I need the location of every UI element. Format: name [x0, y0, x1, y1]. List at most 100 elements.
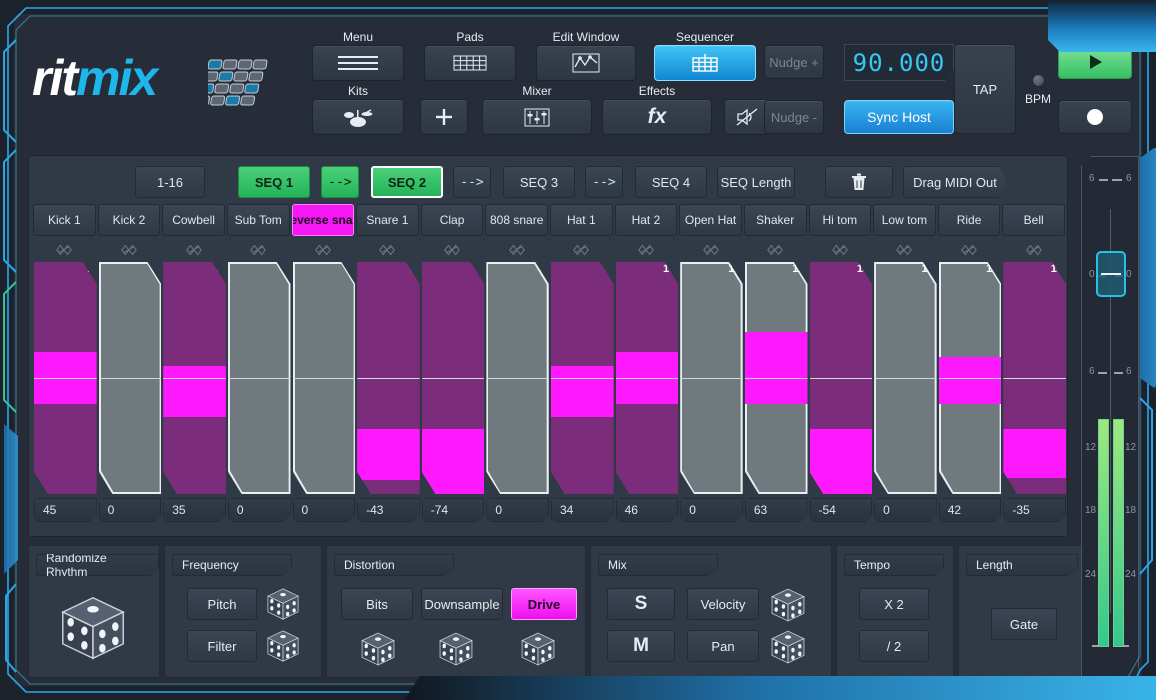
step-value-6[interactable]: -43: [357, 498, 420, 522]
link-chain-icon-6[interactable]: [443, 242, 461, 258]
step-value-14[interactable]: 0: [874, 498, 937, 522]
step-velocity-band[interactable]: [357, 429, 420, 480]
track-button-12[interactable]: Hi tom: [809, 204, 872, 236]
link-chain-icon-13[interactable]: [895, 242, 913, 258]
step-cell-14[interactable]: 14: [874, 262, 937, 494]
step-cell-3[interactable]: 3: [163, 262, 226, 494]
randomize-rhythm-dice-button[interactable]: [57, 592, 129, 669]
button-pitch[interactable]: Pitch: [187, 588, 257, 620]
kits-button[interactable]: [312, 99, 404, 135]
track-button-6[interactable]: Clap: [421, 204, 484, 236]
track-button-14[interactable]: Ride: [938, 204, 1001, 236]
seq-2-button[interactable]: SEQ 2: [371, 166, 443, 198]
button-div-2[interactable]: / 2: [859, 630, 929, 662]
track-button-13[interactable]: Low tom: [873, 204, 936, 236]
step-cell-1[interactable]: 1: [34, 262, 97, 494]
step-velocity-band[interactable]: [1003, 429, 1066, 478]
step-velocity-band[interactable]: [939, 357, 1002, 403]
master-fader-handle[interactable]: [1096, 251, 1126, 297]
link-chain-icon-12[interactable]: [831, 242, 849, 258]
link-chain-icon-2[interactable]: [185, 242, 203, 258]
step-cell-5[interactable]: 5: [293, 262, 356, 494]
button-s[interactable]: S: [607, 588, 675, 620]
track-button-9[interactable]: Hat 2: [615, 204, 678, 236]
pads-button[interactable]: [424, 45, 516, 81]
link-chain-icon-3[interactable]: [249, 242, 267, 258]
track-button-11[interactable]: Shaker: [744, 204, 807, 236]
dice-button-drive-dice[interactable]: [519, 630, 557, 673]
record-button[interactable]: [1058, 100, 1132, 134]
track-button-15[interactable]: Bell: [1002, 204, 1065, 236]
add-button[interactable]: [420, 99, 468, 135]
edit-window-button[interactable]: [536, 45, 636, 81]
step-velocity-band[interactable]: [422, 429, 485, 506]
step-cell-6[interactable]: 6: [357, 262, 420, 494]
dice-button-pan-dice[interactable]: [769, 628, 807, 671]
track-button-5[interactable]: Snare 1: [356, 204, 419, 236]
step-value-12[interactable]: 63: [745, 498, 808, 522]
link-chain-icon-10[interactable]: [702, 242, 720, 258]
link-chain-icon-15[interactable]: [1025, 242, 1043, 258]
button-m[interactable]: M: [607, 630, 675, 662]
button-downsample[interactable]: Downsample: [421, 588, 503, 620]
dice-button-velocity-dice[interactable]: [769, 586, 807, 629]
chain-arrow-1[interactable]: -->: [321, 166, 359, 198]
track-button-1[interactable]: Kick 2: [98, 204, 161, 236]
step-cell-2[interactable]: 2: [99, 262, 162, 494]
button-bits[interactable]: Bits: [341, 588, 413, 620]
dice-button-bits-dice[interactable]: [359, 630, 397, 673]
tap-button[interactable]: TAP: [954, 44, 1016, 134]
step-value-15[interactable]: 42: [939, 498, 1002, 522]
step-velocity-band[interactable]: [810, 429, 873, 494]
button-drive[interactable]: Drive: [511, 588, 577, 620]
effects-button[interactable]: fx: [602, 99, 712, 135]
dice-button-pitch-dice[interactable]: [265, 586, 301, 627]
sync-host-button[interactable]: Sync Host: [844, 100, 954, 134]
step-cell-12[interactable]: 12: [745, 262, 808, 494]
nudge-up-button[interactable]: Nudge +: [764, 45, 824, 79]
button-pan[interactable]: Pan: [687, 630, 759, 662]
button-filter[interactable]: Filter: [187, 630, 257, 662]
chain-arrow-3[interactable]: -->: [585, 166, 623, 198]
track-button-4[interactable]: Reverse snare: [292, 204, 355, 236]
step-velocity-band[interactable]: [551, 366, 614, 417]
button-gate[interactable]: Gate: [991, 608, 1057, 640]
link-chain-icon-1[interactable]: [120, 242, 138, 258]
step-value-3[interactable]: 35: [163, 498, 226, 522]
step-value-9[interactable]: 34: [551, 498, 614, 522]
sequencer-button[interactable]: [654, 45, 756, 81]
link-chain-icon-9[interactable]: [637, 242, 655, 258]
button-velocity[interactable]: Velocity: [687, 588, 759, 620]
track-button-7[interactable]: 808 snare: [485, 204, 548, 236]
step-value-8[interactable]: 0: [486, 498, 549, 522]
step-velocity-band[interactable]: [163, 366, 226, 417]
step-value-4[interactable]: 0: [228, 498, 291, 522]
link-chain-icon-4[interactable]: [314, 242, 332, 258]
link-chain-icon-11[interactable]: [766, 242, 784, 258]
track-button-2[interactable]: Cowbell: [162, 204, 225, 236]
step-cell-11[interactable]: 11: [680, 262, 743, 494]
bpm-display[interactable]: 90.000: [844, 44, 954, 81]
drag-midi-out-button[interactable]: Drag MIDI Out: [903, 166, 1007, 198]
clear-sequence-button[interactable]: [825, 166, 893, 198]
track-button-10[interactable]: Open Hat: [679, 204, 742, 236]
step-cell-4[interactable]: 4: [228, 262, 291, 494]
seq-1-button[interactable]: SEQ 1: [238, 166, 310, 198]
dice-button-downsample-dice[interactable]: [437, 630, 475, 673]
seq-4-button[interactable]: SEQ 4: [635, 166, 707, 198]
step-cell-15[interactable]: 15: [939, 262, 1002, 494]
step-value-7[interactable]: -74: [422, 498, 485, 522]
track-button-8[interactable]: Hat 1: [550, 204, 613, 236]
link-chain-icon-14[interactable]: [960, 242, 978, 258]
step-cell-7[interactable]: 7: [422, 262, 485, 494]
step-value-5[interactable]: 0: [293, 498, 356, 522]
chain-arrow-2[interactable]: -->: [453, 166, 491, 198]
step-cell-10[interactable]: 10: [616, 262, 679, 494]
link-chain-icon-7[interactable]: [508, 242, 526, 258]
step-value-11[interactable]: 0: [680, 498, 743, 522]
nudge-down-button[interactable]: Nudge -: [764, 100, 824, 134]
link-chain-icon-8[interactable]: [572, 242, 590, 258]
step-cell-16[interactable]: 16: [1003, 262, 1066, 494]
step-velocity-band[interactable]: [745, 332, 808, 404]
link-chain-icon-0[interactable]: [55, 242, 73, 258]
